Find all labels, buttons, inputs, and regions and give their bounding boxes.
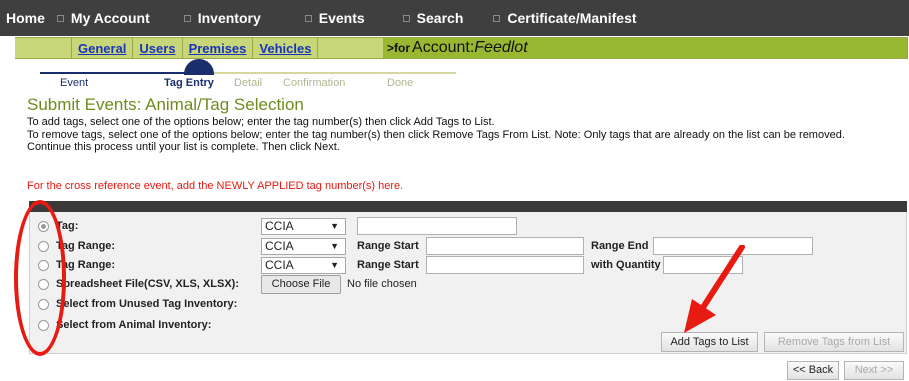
red-circle-annotation	[14, 200, 66, 356]
nav-inventory-label: Inventory	[197, 10, 261, 26]
page-title: Submit Events: Animal/Tag Selection	[27, 95, 304, 114]
option-row-spreadsheet: Spreadsheet File(CSV, XLS, XLSX): Choose…	[30, 274, 908, 294]
instruction-continue: Continue this process until your list is…	[27, 141, 340, 153]
form-header-bar	[29, 201, 907, 212]
square-bullet-icon	[304, 14, 312, 22]
option-row-tag: Tag: CCIA ▼	[30, 217, 908, 235]
nav-home[interactable]: Home	[6, 10, 45, 26]
subtab-premises[interactable]: Premises	[183, 38, 254, 58]
dropdown-arrow-icon: ▼	[330, 240, 339, 251]
back-button[interactable]: << Back	[787, 361, 839, 380]
sub-nav: General Users Premises Vehicles >for Acc…	[15, 37, 908, 59]
step-event: Event	[60, 77, 89, 89]
nav-events-label: Events	[318, 10, 365, 26]
option-row-unused-inventory: Select from Unused Tag Inventory:	[30, 295, 908, 313]
step-done: Done	[387, 77, 414, 89]
account-name: Feedlot	[474, 39, 528, 56]
range-start-label-2: Range Start	[357, 259, 419, 271]
progress-line-todo	[198, 72, 456, 74]
choose-file-button[interactable]: Choose File	[261, 274, 341, 294]
square-bullet-icon	[402, 14, 410, 22]
account-label: Account:	[412, 39, 475, 56]
next-button[interactable]: Next >>	[844, 361, 904, 380]
red-arrow-annotation	[684, 245, 745, 333]
tag-type-select[interactable]: CCIA ▼	[261, 217, 346, 235]
tag-range-type-value: CCIA	[265, 238, 294, 253]
nav-certificate-label: Certificate/Manifest	[507, 10, 637, 26]
add-tags-button[interactable]: Add Tags to List	[661, 332, 758, 352]
square-bullet-icon	[183, 14, 191, 22]
current-step-marker-icon	[184, 59, 214, 75]
wizard-steps: Event Tag Entry Detail Confirmation Done	[40, 59, 460, 92]
tag-range-qty-type-value: CCIA	[265, 257, 294, 272]
step-detail: Detail	[234, 77, 263, 89]
range-start-input-2[interactable]	[426, 256, 584, 274]
option-row-tag-range-quantity: Tag Range: CCIA ▼ Range Start with Quanti…	[30, 256, 908, 274]
range-start-label: Range Start	[357, 240, 419, 252]
remove-tags-button[interactable]: Remove Tags from List	[764, 332, 904, 352]
step-tag-entry: Tag Entry	[164, 77, 214, 89]
nav-my-account-label: My Account	[70, 10, 150, 26]
option-label-animal-inventory: Select from Animal Inventory:	[56, 319, 212, 331]
nav-inventory[interactable]: Inventory	[183, 10, 261, 26]
step-confirmation: Confirmation	[283, 77, 346, 89]
top-nav: Home My Account Inventory Events Search …	[0, 0, 909, 36]
subtab-vehicles[interactable]: Vehicles	[253, 38, 319, 58]
nav-events[interactable]: Events	[304, 10, 365, 26]
no-file-chosen-text: No file chosen	[347, 278, 417, 290]
nav-home-label: Home	[6, 10, 45, 26]
progress-line-done	[40, 72, 198, 74]
nav-my-account[interactable]: My Account	[56, 10, 150, 26]
nav-certificate-manifest[interactable]: Certificate/Manifest	[493, 10, 637, 26]
subtab-users[interactable]: Users	[133, 38, 183, 58]
tag-range-qty-type-select[interactable]: CCIA ▼	[261, 256, 346, 274]
option-label-unused-tag-inventory: Select from Unused Tag Inventory:	[56, 298, 238, 310]
square-bullet-icon	[56, 14, 64, 22]
nav-search[interactable]: Search	[402, 10, 464, 26]
for-prefix: >for	[387, 41, 411, 55]
instruction-remove: To remove tags, select one of the option…	[27, 128, 845, 141]
range-start-input[interactable]	[426, 237, 584, 255]
square-bullet-icon	[493, 14, 501, 22]
dropdown-arrow-icon: ▼	[330, 259, 339, 270]
tag-selection-form: Tag: CCIA ▼ Tag Range: CCIA ▼ Range Start …	[29, 212, 907, 354]
option-row-tag-range-end: Tag Range: CCIA ▼ Range Start Range End	[30, 237, 908, 255]
dropdown-arrow-icon: ▼	[330, 220, 339, 231]
with-quantity-label: with Quantity	[591, 259, 661, 271]
option-label-tag-range: Tag Range:	[56, 240, 116, 252]
instruction-add: To add tags, select one of the options b…	[27, 116, 495, 128]
range-end-label: Range End	[591, 240, 649, 252]
account-context-bar: >for Account: Feedlot	[383, 38, 907, 58]
option-label-spreadsheet: Spreadsheet File(CSV, XLS, XLSX):	[56, 278, 239, 290]
instructions: To add tags, select one of the options b…	[27, 116, 897, 154]
cross-reference-note: For the cross reference event, add the N…	[27, 180, 404, 192]
tag-type-value: CCIA	[265, 218, 294, 233]
tag-range-type-select[interactable]: CCIA ▼	[261, 237, 346, 255]
subtab-general[interactable]: General	[71, 38, 134, 58]
nav-search-label: Search	[416, 10, 464, 26]
tag-number-input[interactable]	[357, 217, 517, 235]
account-subtabs: General Users Premises Vehicles	[15, 38, 383, 58]
